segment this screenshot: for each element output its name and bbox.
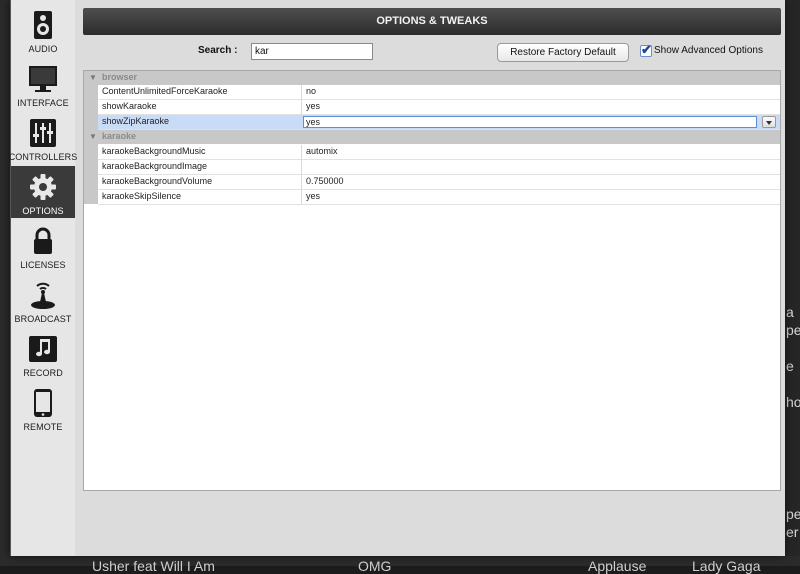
option-row-selected[interactable]: showZipKaraoke yes [98, 115, 780, 130]
group-header-karaoke[interactable]: ▼ karaoke [84, 130, 780, 144]
option-key: showZipKaraoke [102, 116, 170, 126]
column-divider [301, 175, 302, 190]
search-input[interactable] [251, 43, 373, 60]
sidebar-item-label: BROADCAST [14, 314, 72, 324]
option-value: yes [306, 117, 321, 127]
broadcast-icon [27, 280, 59, 310]
options-list: ▼ browser ContentUnlimitedForceKaraoke n… [83, 70, 781, 491]
sidebar-item-label: REMOTE [23, 422, 63, 432]
option-value[interactable]: automix [306, 146, 338, 156]
value-dropdown-button[interactable] [762, 116, 776, 128]
background-track-title: OMG [358, 558, 392, 574]
column-divider [301, 160, 302, 175]
lock-icon [27, 226, 59, 256]
collapse-triangle-icon: ▼ [89, 132, 97, 141]
sidebar-item-interface[interactable]: INTERFACE [11, 58, 75, 110]
show-advanced-options-checkbox[interactable]: ✔ [640, 42, 652, 57]
column-divider [301, 85, 302, 100]
option-row[interactable]: karaokeBackgroundImage [98, 160, 780, 175]
option-row[interactable]: karaokeSkipSilence yes [98, 190, 780, 205]
sidebar-item-label: RECORD [23, 368, 63, 378]
background-track-title: Applause [588, 558, 647, 574]
option-key: karaokeBackgroundImage [102, 161, 208, 171]
group-name: browser [102, 72, 138, 82]
sidebar-item-label: LICENSES [20, 260, 66, 270]
option-key: karaokeBackgroundVolume [102, 176, 213, 186]
sidebar-item-broadcast[interactable]: BROADCAST [11, 274, 75, 326]
option-value-editor[interactable]: yes [303, 116, 757, 128]
sidebar-item-remote[interactable]: REMOTE [11, 382, 75, 434]
background-track-title: Usher feat Will I Am [92, 558, 215, 574]
option-key: ContentUnlimitedForceKaraoke [102, 86, 228, 96]
background-track-row: Usher feat Will I Am OMG Applause Lady G… [0, 558, 800, 574]
background-left-strip [0, 0, 10, 566]
sidebar-item-label: AUDIO [28, 44, 58, 54]
sidebar-item-label: INTERFACE [17, 98, 69, 108]
sidebar-item-licenses[interactable]: LICENSES [11, 220, 75, 272]
sidebar-item-controllers[interactable]: CONTROLLERS [9, 112, 77, 164]
option-row[interactable]: karaokeBackgroundMusic automix [98, 145, 780, 160]
background-text-fragment: ho [786, 394, 800, 410]
background-right-strip [784, 0, 800, 566]
column-divider [301, 100, 302, 115]
option-value[interactable]: yes [306, 101, 320, 111]
background-text-fragment: a [786, 304, 794, 320]
option-row[interactable]: ContentUnlimitedForceKaraoke no [98, 85, 780, 100]
speaker-icon [27, 10, 59, 40]
settings-sidebar: AUDIO INTERFACE CONTROLLERS OPTIONS LICE… [9, 0, 77, 556]
option-value[interactable]: yes [306, 191, 320, 201]
music-note-icon [27, 334, 59, 364]
sliders-icon [27, 118, 59, 148]
background-text-fragment: pe [786, 322, 800, 338]
option-value[interactable]: no [306, 86, 316, 96]
option-key: karaokeSkipSilence [102, 191, 182, 201]
checkmark-icon: ✔ [641, 42, 652, 57]
option-row[interactable]: karaokeBackgroundVolume 0.750000 [98, 175, 780, 190]
sidebar-item-record[interactable]: RECORD [11, 328, 75, 380]
sidebar-item-audio[interactable]: AUDIO [11, 4, 75, 56]
option-key: showKaraoke [102, 101, 157, 111]
sidebar-item-options[interactable]: OPTIONS [11, 166, 75, 218]
restore-factory-default-button[interactable]: Restore Factory Default [497, 43, 629, 62]
background-text-fragment: e [786, 358, 794, 374]
sidebar-item-label: OPTIONS [22, 206, 64, 216]
column-divider [301, 145, 302, 160]
group-header-browser[interactable]: ▼ browser [84, 71, 780, 85]
gear-icon [27, 172, 59, 202]
collapse-triangle-icon: ▼ [89, 73, 97, 82]
monitor-icon [27, 64, 59, 94]
option-key: karaokeBackgroundMusic [102, 146, 206, 156]
background-text-fragment: pe [786, 506, 800, 522]
option-value[interactable]: 0.750000 [306, 176, 344, 186]
search-label: Search : [198, 45, 238, 56]
option-row[interactable]: showKaraoke yes [98, 100, 780, 115]
dialog-title: OPTIONS & TWEAKS [83, 8, 781, 35]
column-divider [301, 190, 302, 205]
show-advanced-options-label[interactable]: Show Advanced Options [654, 45, 763, 56]
background-track-artist: Lady Gaga [692, 558, 761, 574]
tablet-icon [27, 388, 59, 418]
group-name: karaoke [102, 131, 137, 141]
background-text-fragment: er [786, 524, 799, 540]
sidebar-item-label: CONTROLLERS [8, 152, 78, 162]
options-dialog: AUDIO INTERFACE CONTROLLERS OPTIONS LICE… [9, 0, 785, 556]
